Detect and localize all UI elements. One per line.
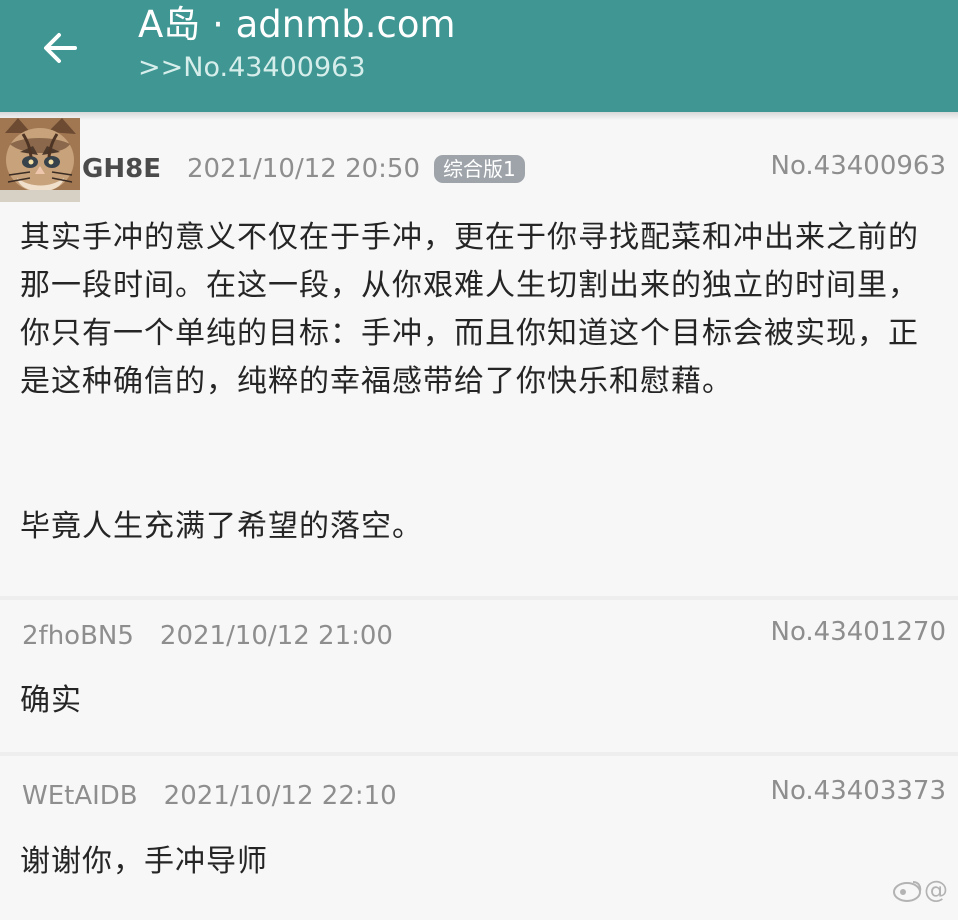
reply-meta: WEtAIDB 2021/10/12 22:10 [22, 776, 411, 816]
post-number[interactable]: No.43400963 [771, 151, 947, 181]
reply-content: 确实 [20, 683, 82, 718]
back-arrow-icon [44, 33, 77, 63]
post-time: 2021/10/12 20:50 [186, 154, 421, 184]
reply-content: 谢谢你，手冲导师 [20, 844, 268, 879]
reply-post[interactable]: WEtAIDB 2021/10/12 22:10 No.43403373 谢谢你… [0, 760, 958, 920]
watermark-text: @ [924, 876, 948, 904]
reply-time: 2021/10/12 22:10 [163, 781, 397, 811]
reply-user-id[interactable]: WEtAIDB [22, 781, 138, 811]
reply-time: 2021/10/12 21:00 [159, 621, 393, 651]
reply-post[interactable]: 2fhoBN5 2021/10/12 21:00 No.43401270 确实 [0, 603, 958, 751]
poster-id[interactable]: GH8E [82, 154, 161, 184]
app-header: A岛 · adnmb.com >>No.43400963 [0, 0, 958, 112]
back-button[interactable] [34, 22, 86, 74]
page-title: A岛 · adnmb.com [138, 3, 456, 46]
thread-reference: >>No.43400963 [138, 52, 366, 83]
reply-meta: 2fhoBN5 2021/10/12 21:00 [22, 616, 407, 656]
post-content: 其实手冲的意义不仅在于手冲，更在于你寻找配菜和冲出来之前的那一段时间。在这一段，… [20, 220, 919, 399]
reply-divider [0, 752, 958, 756]
reply-user-id[interactable]: 2fhoBN5 [22, 621, 134, 651]
weibo-icon [893, 881, 922, 902]
reply-divider [0, 596, 958, 600]
reply-number[interactable]: No.43403373 [771, 776, 947, 806]
board-badge[interactable]: 综合版1 [434, 155, 525, 183]
cat-avatar [0, 118, 80, 202]
thread-post[interactable]: GH8E 2021/10/12 20:50 综合版1 No.43400963 其… [0, 118, 958, 594]
post-meta: GH8E 2021/10/12 20:50 综合版1 [82, 149, 525, 189]
reply-number[interactable]: No.43401270 [771, 617, 947, 647]
watermark: @ [890, 876, 948, 904]
post-content-conclusion: 毕竟人生充满了希望的落空。 [20, 509, 423, 544]
cat-avatar-image [0, 118, 80, 202]
